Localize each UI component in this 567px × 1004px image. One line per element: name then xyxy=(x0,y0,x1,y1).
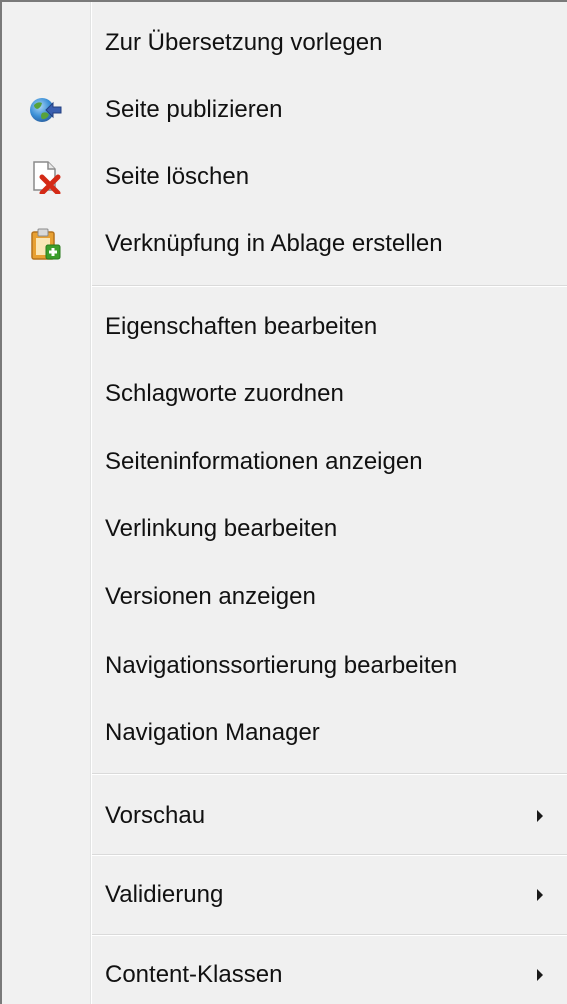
menu-item-preview[interactable]: Vorschau xyxy=(2,783,567,849)
menu-item-edit-properties[interactable]: Eigenschaften bearbeiten xyxy=(2,294,567,360)
menu-item-label: Eigenschaften bearbeiten xyxy=(105,313,378,340)
menu-separator xyxy=(92,285,567,287)
clipboard-add-icon xyxy=(28,227,62,261)
submenu-arrow-icon xyxy=(537,810,543,822)
menu-item-label: Seite publizieren xyxy=(105,96,283,123)
menu-item-label: Verknüpfung in Ablage erstellen xyxy=(105,230,443,257)
menu-item-show-versions[interactable]: Versionen anzeigen xyxy=(2,564,567,630)
menu-item-publish-page[interactable]: Seite publizieren xyxy=(2,77,567,143)
menu-item-label: Vorschau xyxy=(105,802,206,829)
submenu-arrow-icon xyxy=(537,969,543,981)
menu-item-navigation-manager[interactable]: Navigation Manager xyxy=(2,700,567,766)
menu-item-label: Seiteninformationen anzeigen xyxy=(105,448,423,475)
menu-item-label: Content-Klassen xyxy=(105,961,283,988)
menu-item-create-clipboard-link[interactable]: Verknüpfung in Ablage erstellen xyxy=(2,211,567,277)
menu-item-label: Versionen anzeigen xyxy=(105,583,316,610)
menu-item-label: Navigation Manager xyxy=(105,719,320,746)
menu-separator xyxy=(92,854,567,856)
menu-item-edit-navigation-order[interactable]: Navigationssortierung bearbeiten xyxy=(2,633,567,699)
menu-item-edit-links[interactable]: Verlinkung bearbeiten xyxy=(2,496,567,562)
menu-item-delete-page[interactable]: Seite löschen xyxy=(2,144,567,210)
menu-item-submit-translation[interactable]: Zur Übersetzung vorlegen xyxy=(2,10,567,76)
menu-item-label: Zur Übersetzung vorlegen xyxy=(105,29,383,56)
menu-item-label: Validierung xyxy=(105,881,224,908)
menu-item-validation[interactable]: Validierung xyxy=(2,862,567,928)
menu-separator xyxy=(92,773,567,775)
delete-page-icon xyxy=(28,160,62,194)
menu-item-assign-keywords[interactable]: Schlagworte zuordnen xyxy=(2,361,567,427)
menu-item-label: Schlagworte zuordnen xyxy=(105,380,344,407)
menu-separator xyxy=(92,934,567,936)
menu-item-label: Seite löschen xyxy=(105,163,250,190)
submenu-arrow-icon xyxy=(537,889,543,901)
menu-item-label: Navigationssortierung bearbeiten xyxy=(105,652,458,679)
globe-publish-icon xyxy=(28,93,62,127)
context-menu: Zur Übersetzung vorlegen Seite publizier… xyxy=(0,0,567,1004)
menu-item-label: Verlinkung bearbeiten xyxy=(105,515,338,542)
menu-item-content-classes[interactable]: Content-Klassen xyxy=(2,942,567,1004)
menu-item-show-page-info[interactable]: Seiteninformationen anzeigen xyxy=(2,429,567,495)
